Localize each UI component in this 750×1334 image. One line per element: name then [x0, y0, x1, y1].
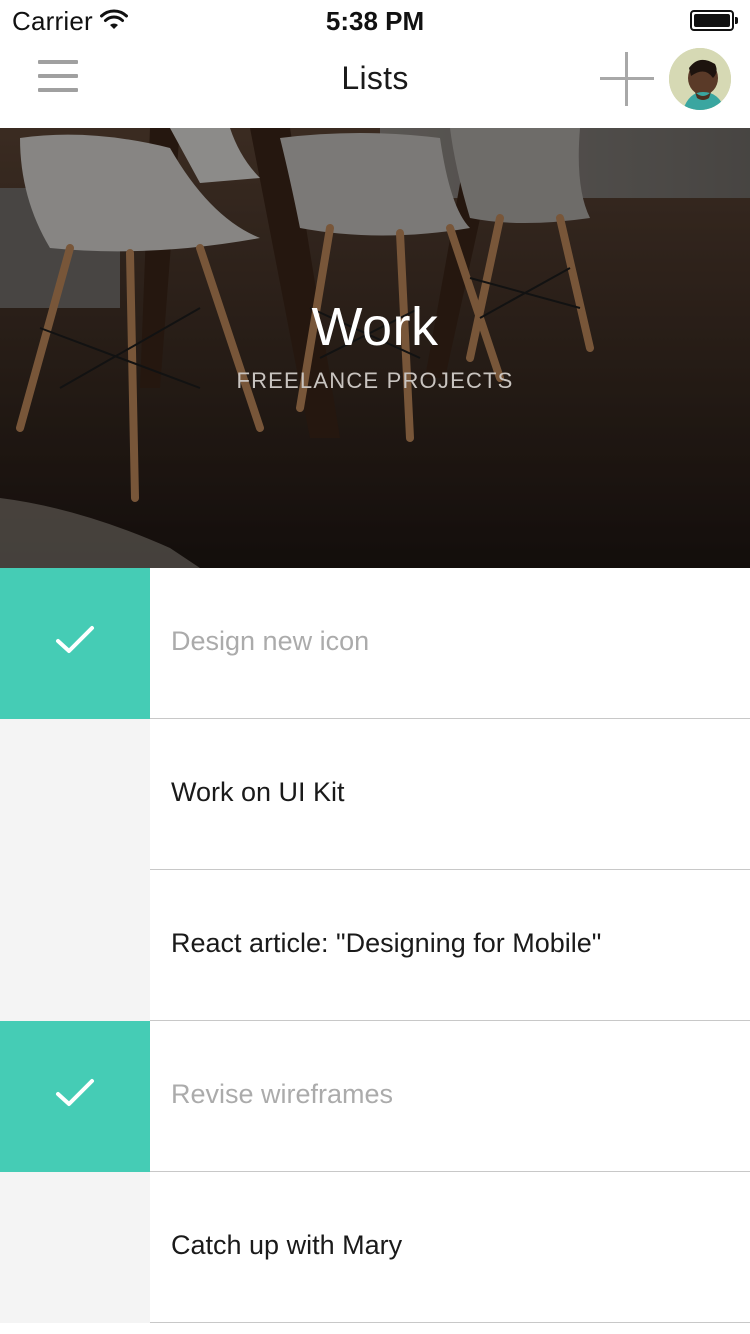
task-row[interactable]: React article: "Designing for Mobile"	[0, 870, 750, 1021]
checkmark-icon	[56, 1079, 94, 1106]
task-label: Revise wireframes	[171, 1079, 394, 1109]
task-label: Catch up with Mary	[171, 1230, 403, 1260]
task-label: Design new icon	[171, 626, 370, 656]
task-checkbox[interactable]	[0, 719, 150, 870]
battery-icon	[690, 10, 738, 31]
list-title: Work	[311, 297, 439, 357]
task-checkbox[interactable]	[0, 1021, 150, 1172]
task-label: React article: "Designing for Mobile"	[171, 928, 602, 958]
task-list: Design new icon Work on UI Kit React art…	[0, 568, 750, 1323]
list-subtitle: FREELANCE PROJECTS	[236, 368, 514, 393]
task-row[interactable]: Design new icon	[0, 568, 750, 719]
task-checkbox[interactable]	[0, 568, 150, 719]
list-header-hero: Work FREELANCE PROJECTS	[0, 128, 750, 568]
nav-bar: Lists	[0, 40, 750, 128]
task-row[interactable]: Catch up with Mary	[0, 1172, 750, 1323]
checkmark-icon	[56, 626, 94, 653]
avatar[interactable]	[669, 48, 731, 110]
task-row[interactable]: Revise wireframes	[0, 1021, 750, 1172]
status-bar: Carrier 5:38 PM	[0, 0, 750, 40]
status-time: 5:38 PM	[325, 6, 425, 36]
task-checkbox[interactable]	[0, 1172, 150, 1323]
task-row[interactable]: Work on UI Kit	[0, 719, 750, 870]
add-list-button[interactable]	[600, 52, 654, 106]
task-checkbox[interactable]	[0, 870, 150, 1021]
task-label: Work on UI Kit	[171, 777, 345, 807]
